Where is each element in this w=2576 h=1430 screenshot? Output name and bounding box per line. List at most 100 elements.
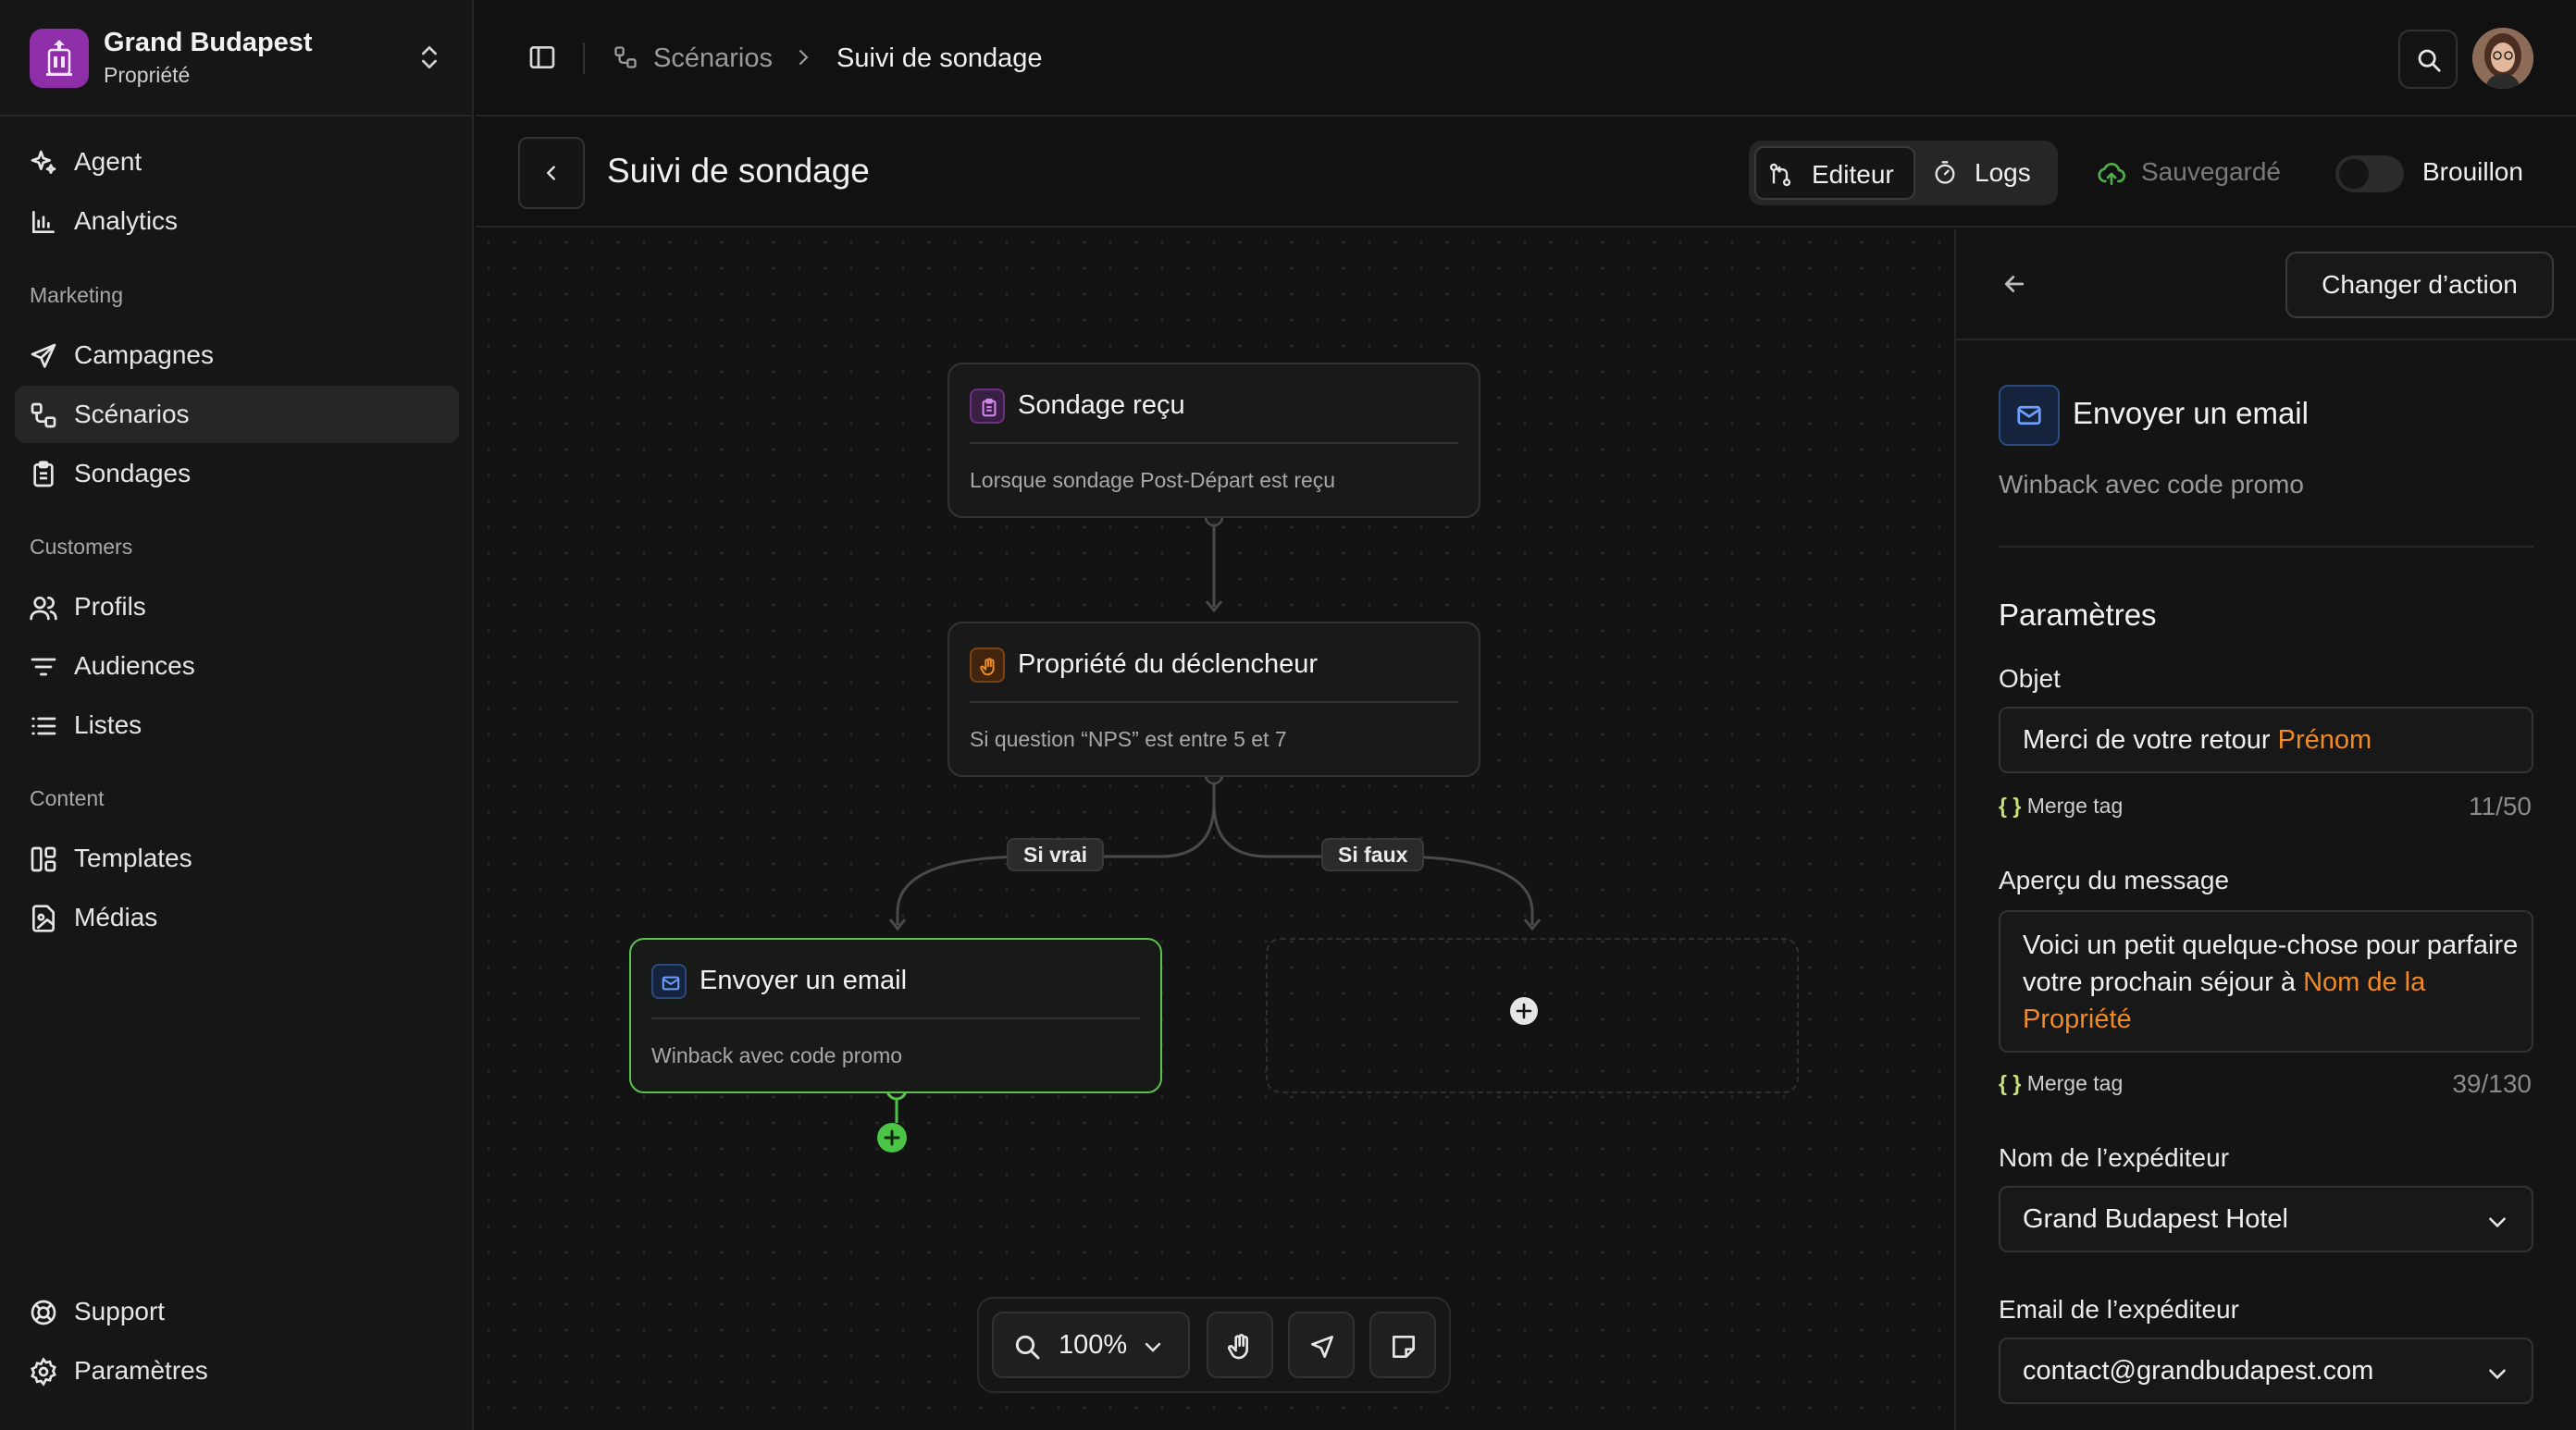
char-counter: 39/130	[2452, 1069, 2532, 1098]
sidebar-item-parametres[interactable]: Paramètres	[15, 1342, 459, 1399]
sidebar-item-medias[interactable]: Médias	[15, 889, 459, 946]
sidebar-item-label: Médias	[74, 903, 158, 931]
sidebar-item-label: Scénarios	[74, 400, 190, 428]
preview-field[interactable]: Voici un petit quelque-chose pour parfai…	[1999, 910, 2533, 1053]
add-next-step-button[interactable]	[877, 1123, 907, 1153]
action-description: Winback avec code promo	[1999, 470, 2304, 499]
divider	[970, 442, 1458, 444]
sidebar-item-listes[interactable]: Listes	[15, 697, 459, 754]
arrow-left-icon[interactable]	[2000, 270, 2028, 298]
sidebar-toggle-icon[interactable]	[527, 43, 557, 72]
sidebar-item-support[interactable]: Support	[15, 1283, 459, 1340]
divider	[970, 701, 1458, 703]
preview-value: Voici un petit quelque-chose pour parfai…	[2023, 927, 2522, 1038]
sidebar-item-label: Campagnes	[74, 340, 214, 369]
branch-label-true: Si vrai	[1007, 838, 1105, 871]
subject-field[interactable]: Merci de votre retour Prénom	[1999, 707, 2533, 773]
clipboard-icon	[29, 460, 58, 489]
sender-email-value: contact@grandbudapest.com	[2023, 1356, 2374, 1386]
org-switcher[interactable]: Grand Budapest Propriété	[0, 0, 474, 117]
node-description: Winback avec code promo	[651, 1043, 903, 1067]
gear-icon	[29, 1357, 58, 1387]
add-step-button[interactable]	[1510, 997, 1538, 1025]
tab-editor[interactable]: Editeur	[1754, 146, 1915, 200]
section-title: Paramètres	[1999, 598, 2157, 632]
sidebar-item-scenarios[interactable]: Scénarios	[15, 386, 459, 443]
sidebar-item-audiences[interactable]: Audiences	[15, 637, 459, 695]
chevron-down-icon	[1142, 1336, 1164, 1358]
sidebar-item-sondages[interactable]: Sondages	[15, 445, 459, 502]
search-button[interactable]	[2398, 30, 2458, 89]
braces-icon: { }	[1999, 794, 2022, 818]
save-status: Sauvegardé	[2141, 157, 2282, 186]
search-icon	[1012, 1332, 1042, 1362]
char-counter: 11/50	[2469, 792, 2532, 820]
node-condition[interactable]: Propriété du déclencheur Si question “NP…	[947, 622, 1480, 777]
action-panel: Changer d’action Envoyer un email Winbac…	[1954, 229, 2576, 1430]
node-trigger[interactable]: Sondage reçu Lorsque sondage Post-Départ…	[947, 363, 1480, 518]
git-branch-icon	[1767, 162, 1793, 188]
divider	[583, 43, 585, 74]
clipboard-icon	[979, 398, 999, 418]
page-title: Suivi de sondage	[607, 152, 870, 190]
node-icon-bg	[970, 388, 1005, 424]
page-header: Suivi de sondage Editeur Logs Sauvegardé…	[476, 118, 2576, 228]
avatar[interactable]	[2472, 28, 2533, 89]
layout-icon	[29, 844, 58, 874]
subject-value: Merci de votre retour Prénom	[2023, 721, 2372, 758]
workflow-canvas[interactable]: Sondage reçu Lorsque sondage Post-Départ…	[476, 229, 1954, 1430]
sparkle-icon	[29, 148, 58, 178]
cloud-upload-icon	[2097, 159, 2126, 189]
workflow-icon	[29, 401, 58, 430]
tab-logs[interactable]: Logs	[1923, 146, 2052, 200]
action-title: Envoyer un email	[2073, 396, 2309, 430]
sender-email-select[interactable]: contact@grandbudapest.com	[1999, 1338, 2533, 1404]
sidebar-item-label: Profils	[74, 592, 146, 621]
merge-tag-button[interactable]: { } Merge tag	[1999, 1071, 2123, 1096]
toggle-knob	[2339, 159, 2369, 189]
timer-icon	[1932, 160, 1958, 186]
sticky-note-icon	[1389, 1332, 1418, 1362]
subject-label: Objet	[1999, 664, 2061, 693]
nav-section-marketing: Marketing	[30, 283, 123, 307]
sidebar-item-agent[interactable]: Agent	[15, 133, 459, 191]
sidebar-item-label: Paramètres	[74, 1356, 208, 1385]
merge-tag-label: Merge tag	[2026, 794, 2124, 818]
sidebar-item-campagnes[interactable]: Campagnes	[15, 327, 459, 384]
branch-label-false: Si faux	[1321, 838, 1425, 871]
breadcrumb-scenarios[interactable]: Scénarios	[653, 43, 773, 74]
send-icon	[29, 341, 58, 371]
sidebar-item-templates[interactable]: Templates	[15, 830, 459, 887]
merge-tag-token[interactable]: Prénom	[2278, 725, 2372, 755]
merge-tag-label: Merge tag	[2026, 1071, 2124, 1095]
select-tool-button[interactable]	[1288, 1312, 1355, 1378]
action-icon-bg	[1999, 385, 2060, 446]
sticky-note-button[interactable]	[1369, 1312, 1436, 1378]
nav-section-customers: Customers	[30, 535, 133, 559]
chevron-right-icon	[792, 46, 814, 68]
merge-tag-button[interactable]: { } Merge tag	[1999, 794, 2123, 819]
nav-section-content: Content	[30, 786, 105, 810]
node-title: Propriété du déclencheur	[1018, 649, 1319, 679]
change-action-button[interactable]: Changer d’action	[2285, 252, 2554, 318]
sidebar-item-label: Agent	[74, 147, 142, 176]
pan-tool-button[interactable]	[1207, 1312, 1273, 1378]
sender-name-select[interactable]: Grand Budapest Hotel	[1999, 1186, 2533, 1252]
bar-chart-icon	[29, 207, 58, 237]
divider	[651, 1017, 1140, 1019]
panel-header: Changer d’action	[1956, 229, 2576, 340]
sidebar-item-profils[interactable]: Profils	[15, 578, 459, 635]
hotel-logo	[30, 29, 89, 88]
sidebar-item-analytics[interactable]: Analytics	[15, 192, 459, 250]
draft-toggle[interactable]	[2335, 155, 2404, 192]
chevron-down-icon	[2485, 1210, 2509, 1234]
draft-label: Brouillon	[2422, 157, 2523, 186]
sidebar-item-label: Audiences	[74, 651, 195, 680]
node-title: Envoyer un email	[700, 966, 908, 995]
chevrons-up-down-icon[interactable]	[415, 43, 444, 72]
back-button[interactable]	[518, 137, 585, 209]
node-send-email[interactable]: Envoyer un email Winback avec code promo	[629, 938, 1162, 1093]
sidebar-item-label: Templates	[74, 844, 192, 872]
node-title: Sondage reçu	[1018, 390, 1185, 420]
zoom-select[interactable]: 100%	[992, 1312, 1190, 1378]
